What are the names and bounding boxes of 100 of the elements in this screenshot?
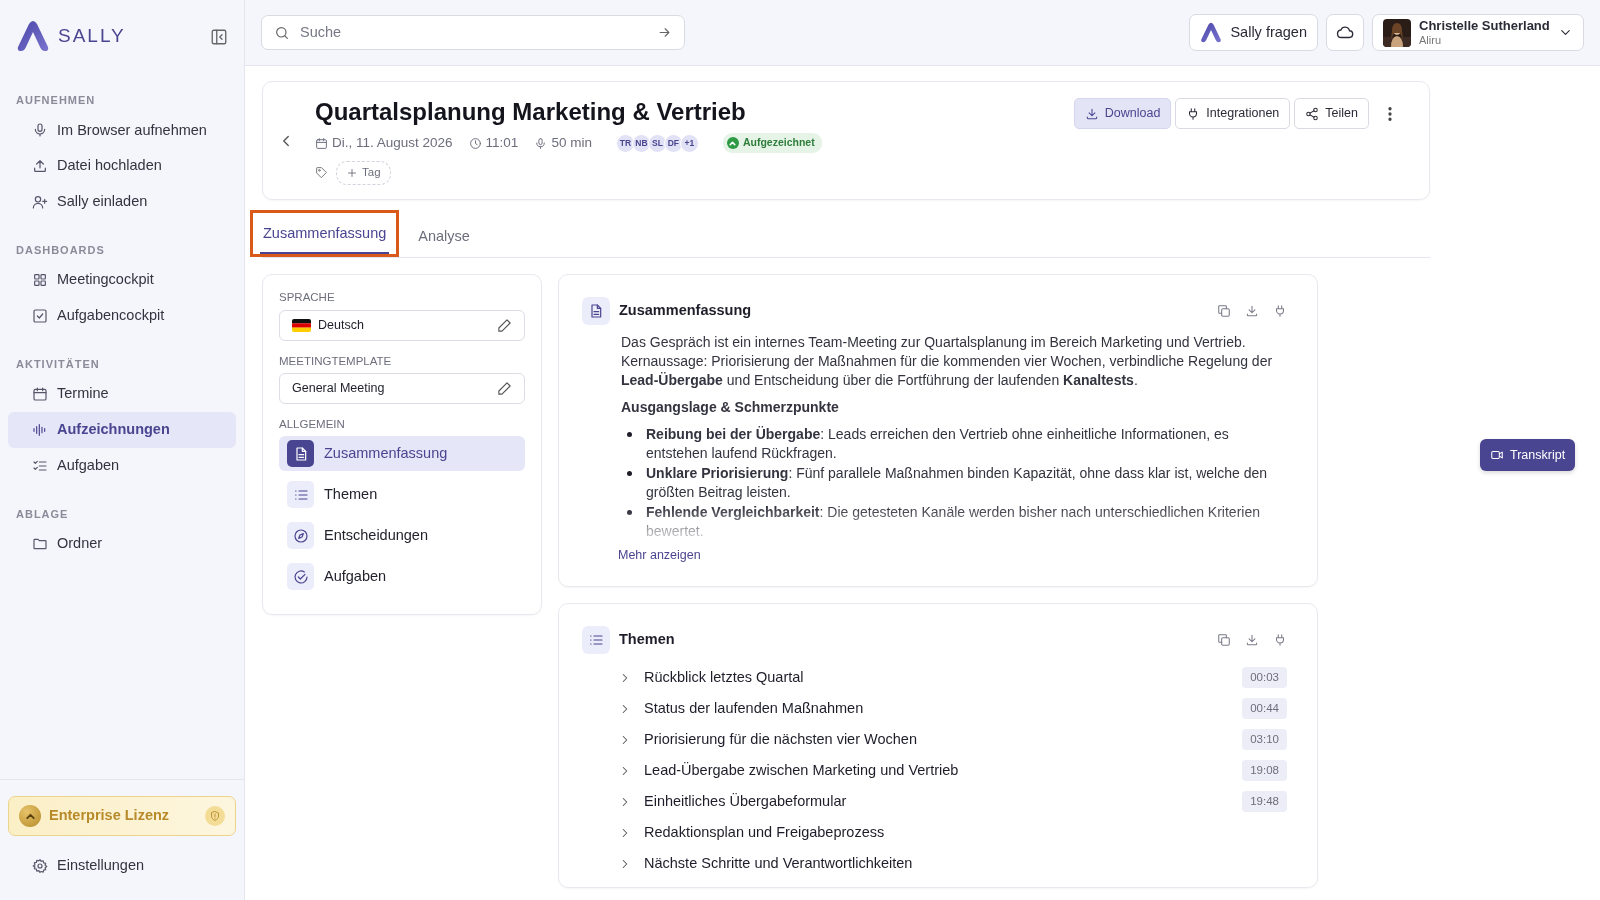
ask-sally-button[interactable]: Sally fragen bbox=[1189, 14, 1318, 51]
language-field[interactable]: Deutsch bbox=[279, 309, 525, 341]
edit-icon[interactable] bbox=[497, 381, 512, 397]
section-link[interactable]: Entscheidungen bbox=[279, 518, 525, 553]
brand-name: SALLY bbox=[58, 23, 126, 48]
check-circle-icon bbox=[292, 568, 309, 585]
sidebar-item[interactable]: Aufgabencockpit bbox=[8, 298, 236, 334]
checkbox-icon bbox=[32, 307, 48, 324]
search-icon bbox=[274, 24, 290, 41]
share-icon bbox=[1305, 106, 1320, 121]
status-badge: Aufgezeichnet bbox=[722, 133, 822, 153]
grid-icon bbox=[32, 272, 48, 289]
timestamp-badge[interactable]: 00:44 bbox=[1242, 698, 1287, 720]
user-menu[interactable]: Christelle Sutherland Aliru bbox=[1372, 14, 1584, 51]
template-field[interactable]: General Meeting bbox=[279, 372, 525, 404]
section-heading: AKTIVITÄTEN bbox=[15, 356, 101, 372]
card-title: Themen bbox=[619, 630, 675, 650]
section-link[interactable]: Aufgaben bbox=[279, 559, 525, 594]
topic-title[interactable]: Lead-Übergabe zwischen Marketing und Vertrieb bbox=[644, 759, 959, 782]
settings-icon bbox=[32, 858, 48, 875]
compass-icon bbox=[292, 527, 309, 544]
sidebar-item[interactable]: Datei hochladen bbox=[8, 148, 236, 184]
sidebar-item[interactable]: Ordner bbox=[8, 526, 236, 562]
sidebar-item[interactable]: Aufzeichnungen bbox=[8, 412, 236, 448]
calendar-icon bbox=[32, 386, 48, 403]
timestamp-badge[interactable]: 19:48 bbox=[1242, 791, 1287, 813]
logo-icon bbox=[1200, 22, 1223, 43]
copy-icon[interactable] bbox=[1217, 304, 1231, 319]
sidebar-item[interactable]: Sally einladen bbox=[8, 184, 236, 220]
calendar-icon bbox=[315, 136, 328, 150]
sidebar-item[interactable]: Im Browser aufnehmen bbox=[8, 112, 236, 149]
participant-avatar: TR bbox=[615, 133, 635, 153]
edit-icon[interactable] bbox=[497, 317, 512, 333]
section-heading: ABLAGE bbox=[15, 506, 70, 522]
bullet-dot bbox=[627, 510, 632, 516]
license-label: Enterprise Lizenz bbox=[49, 806, 170, 826]
topic-title[interactable]: Nächste Schritte und Verantwortlichkeiten bbox=[644, 852, 913, 875]
action-button[interactable]: Download bbox=[1073, 98, 1172, 129]
logo-icon bbox=[16, 20, 50, 52]
transcript-button[interactable]: Transkript bbox=[1480, 439, 1576, 471]
upload-icon bbox=[32, 158, 48, 175]
summary-subheading: Ausgangslage & Schmerzpunkte bbox=[621, 398, 840, 418]
section-link[interactable]: Themen bbox=[279, 477, 525, 512]
meeting-title: Quartalsplanung Marketing & Vertrieb bbox=[315, 98, 746, 127]
microphone-icon bbox=[32, 122, 48, 139]
plug-icon[interactable] bbox=[1273, 304, 1287, 319]
topic-title[interactable]: Redaktionsplan und Freigabeprozess bbox=[644, 821, 885, 844]
section-link[interactable]: Zusammenfassung bbox=[279, 436, 525, 471]
collapse-sidebar-icon[interactable] bbox=[210, 27, 228, 46]
add-tag-button[interactable]: Tag bbox=[336, 161, 391, 185]
participant-avatar: NB bbox=[631, 133, 651, 153]
participant-avatar: +1 bbox=[679, 133, 699, 153]
section-heading: ALLGEMEIN bbox=[279, 416, 346, 432]
plus-icon bbox=[346, 166, 358, 179]
user-name: Christelle Sutherland bbox=[1419, 19, 1550, 34]
bullet-text: Unklare Priorisierung: Fünf parallele Maßnahmen binden Kapazität, ohne dass klar ist, welche den größten Beitrag leisten. bbox=[646, 464, 1268, 503]
show-more-link[interactable]: Mehr anzeigen bbox=[618, 546, 701, 565]
tab[interactable]: Analyse bbox=[415, 221, 473, 258]
action-button[interactable]: Integrationen bbox=[1175, 98, 1291, 129]
topic-title[interactable]: Rückblick letztes Quartal bbox=[644, 666, 804, 689]
sidebar-item[interactable]: Termine bbox=[8, 376, 236, 412]
tab[interactable]: Zusammenfassung bbox=[260, 218, 390, 255]
organization-name: Aliru bbox=[1419, 33, 1442, 46]
timestamp-badge[interactable]: 19:08 bbox=[1242, 760, 1287, 782]
download-icon bbox=[1084, 106, 1099, 121]
action-button[interactable]: Teilen bbox=[1294, 98, 1369, 129]
waveform-icon bbox=[32, 421, 48, 438]
timestamp-badge[interactable]: 03:10 bbox=[1242, 729, 1287, 751]
field-label: SPRACHE bbox=[279, 290, 336, 306]
search-bar[interactable]: Suche bbox=[261, 15, 685, 50]
topic-title[interactable]: Status der laufenden Maßnahmen bbox=[644, 697, 864, 720]
search-field[interactable]: Suche bbox=[298, 20, 649, 45]
clock-icon bbox=[468, 136, 482, 150]
meeting-date: Di., 11. August 2026 bbox=[332, 134, 453, 152]
participant-avatar: SL bbox=[647, 133, 667, 153]
bullet-text: Reibung bei der Übergabe: Leads erreichen den Vertrieb ohne einheitliche Informationen, es entstehen laufend Rückfragen. bbox=[646, 425, 1230, 464]
download-icon[interactable] bbox=[1245, 633, 1259, 648]
user-plus-icon bbox=[32, 193, 48, 210]
copy-icon[interactable] bbox=[1217, 633, 1231, 648]
sidebar-item[interactable]: Meetingcockpit bbox=[8, 262, 236, 298]
participant-avatar: DF bbox=[663, 133, 683, 153]
cloud-button[interactable] bbox=[1326, 14, 1364, 51]
tag-icon bbox=[315, 166, 328, 180]
timestamp-badge[interactable]: 00:03 bbox=[1242, 667, 1287, 689]
meeting-time: 11:01 bbox=[485, 134, 519, 152]
bullet-dot bbox=[627, 471, 632, 477]
topic-title[interactable]: Priorisierung für die nächsten vier Wochen bbox=[644, 728, 917, 751]
arrow-right-icon[interactable] bbox=[657, 25, 672, 40]
download-icon[interactable] bbox=[1245, 304, 1259, 319]
settings-item[interactable]: Einstellungen bbox=[8, 848, 236, 884]
topic-title[interactable]: Einheitliches Übergabeformular bbox=[644, 790, 847, 813]
bullet-dot bbox=[627, 432, 632, 438]
section-heading: AUFNEHMEN bbox=[15, 93, 97, 108]
sidebar-item[interactable]: Aufgaben bbox=[8, 447, 236, 484]
summary-paragraph: Das Gespräch ist ein internes Team-Meeting zur Quartalsplanung im Bereich Marketing und Vertrieb. Kernaussage: Priorisierung der Maßnahmen für die kommenden vier Wochen, verbindliche Regelung der Lead-Übergabe und Entscheidung über die Fortführung der laufenden Kanaltests. bbox=[621, 333, 1274, 391]
section-heading: DASHBOARDS bbox=[15, 242, 106, 258]
bullet-text: Fehlende Vergleichbarkeit: Die getesteten Kanäle werden bisher nach unterschiedlichen Kriterien bewertet. bbox=[646, 503, 1261, 539]
field-label: MEETINGTEMPLATE bbox=[279, 353, 393, 369]
plug-icon[interactable] bbox=[1273, 633, 1287, 648]
flag-icon bbox=[292, 318, 311, 332]
